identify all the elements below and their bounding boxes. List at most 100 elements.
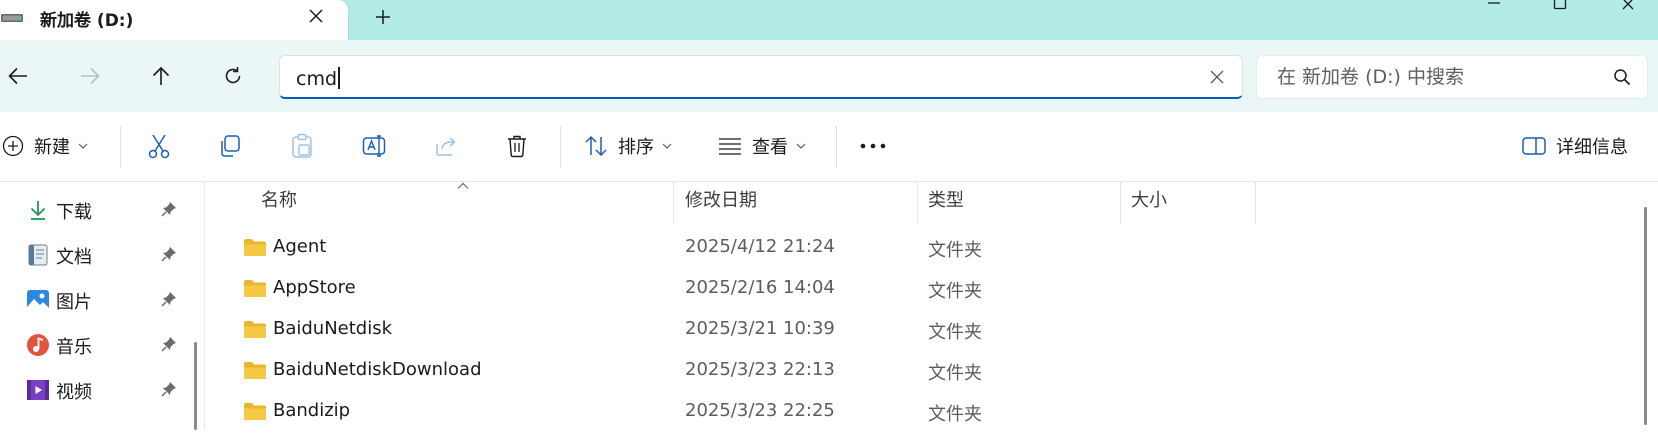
paste-button[interactable] [290, 127, 314, 165]
column-header-name[interactable]: 名称 [261, 186, 297, 212]
rename-button[interactable] [362, 127, 388, 165]
file-date: 2025/3/23 22:13 [685, 359, 835, 380]
sidebar-item-pictures[interactable]: 图片 [0, 280, 190, 320]
sort-button[interactable]: 排序 [584, 127, 672, 165]
tab-new-volume-d[interactable]: 新加卷 (D:) [0, 0, 348, 40]
column-divider[interactable] [1120, 182, 1121, 224]
plus-circle-icon [2, 135, 24, 157]
close-tab-icon[interactable] [304, 4, 328, 28]
column-header-date[interactable]: 修改日期 [685, 186, 757, 212]
chevron-down-icon [662, 143, 672, 149]
column-divider[interactable] [917, 182, 918, 224]
rename-icon [362, 134, 388, 158]
address-value-wrap: cmd [296, 67, 340, 90]
forward-arrow-icon[interactable] [74, 60, 106, 92]
view-button[interactable]: 查看 [718, 127, 806, 165]
table-row[interactable]: BaiduNetdiskDownload 2025/3/23 22:13 文件夹 [205, 349, 1645, 392]
file-list-scrollbar[interactable] [1644, 207, 1647, 425]
sidebar-item-downloads[interactable]: 下载 [0, 190, 190, 230]
toolbar-divider [836, 126, 837, 168]
cut-button[interactable] [148, 127, 170, 165]
toolbar-divider [120, 126, 121, 168]
sidebar-item-label: 音乐 [56, 337, 92, 358]
title-bar: 新加卷 (D:) [0, 0, 1658, 40]
delete-button[interactable] [506, 127, 528, 165]
details-pane-icon [1522, 137, 1546, 155]
file-name: BaiduNetdisk [273, 318, 393, 339]
new-tab-icon[interactable] [370, 4, 396, 30]
drive-icon [0, 13, 26, 23]
file-type: 文件夹 [928, 363, 982, 384]
pin-icon[interactable] [161, 381, 177, 397]
sort-label: 排序 [618, 137, 654, 158]
file-date: 2025/4/12 21:24 [685, 236, 835, 257]
details-pane-button[interactable]: 详细信息 [1522, 127, 1628, 165]
search-icon[interactable] [1613, 68, 1631, 86]
share-button[interactable] [434, 127, 458, 165]
file-name: AppStore [273, 277, 356, 298]
file-list: 名称 修改日期 类型 大小 Agent 2025/4/12 21:24 文件夹 … [205, 182, 1658, 430]
more-dots-icon [860, 143, 886, 149]
file-date: 2025/2/16 14:04 [685, 277, 835, 298]
up-arrow-icon[interactable] [145, 60, 177, 92]
back-arrow-icon[interactable] [2, 60, 34, 92]
pin-icon[interactable] [161, 201, 177, 217]
file-type: 文件夹 [928, 404, 982, 425]
table-row[interactable]: AppStore 2025/2/16 14:04 文件夹 [205, 267, 1645, 310]
view-lines-icon [718, 137, 742, 155]
column-header-size[interactable]: 大小 [1131, 186, 1167, 212]
search-box[interactable] [1256, 55, 1648, 99]
scissors-icon [148, 133, 170, 159]
search-input[interactable] [1277, 56, 1597, 98]
document-icon [26, 243, 50, 267]
music-icon [26, 333, 50, 357]
folder-icon [243, 279, 267, 298]
pin-icon[interactable] [161, 336, 177, 352]
window-close-icon[interactable] [1608, 0, 1648, 12]
sidebar-item-label: 视频 [56, 382, 92, 403]
table-row[interactable]: Agent 2025/4/12 21:24 文件夹 [205, 226, 1645, 269]
trash-icon [506, 134, 528, 158]
clear-address-icon[interactable] [1206, 66, 1228, 88]
column-divider[interactable] [1255, 182, 1256, 224]
file-type: 文件夹 [928, 322, 982, 343]
clipboard-icon [290, 133, 314, 159]
file-name: BaiduNetdiskDownload [273, 359, 482, 380]
copy-icon [218, 134, 242, 158]
navigation-pane: 下载 文档 图片 音乐 视频 [0, 182, 200, 430]
address-bar-row: cmd [0, 40, 1658, 112]
column-header-type[interactable]: 类型 [928, 186, 964, 212]
tab-title: 新加卷 (D:) [40, 11, 134, 31]
table-row[interactable]: BaiduNetdisk 2025/3/21 10:39 文件夹 [205, 308, 1645, 351]
file-name: Agent [273, 236, 327, 257]
new-button[interactable]: 新建 [2, 127, 88, 165]
more-options-button[interactable] [860, 127, 886, 165]
file-type: 文件夹 [928, 281, 982, 302]
sidebar-item-music[interactable]: 音乐 [0, 325, 190, 365]
copy-button[interactable] [218, 127, 242, 165]
sidebar-item-label: 下载 [56, 202, 92, 223]
sort-ascending-icon [457, 182, 469, 190]
address-value: cmd [296, 68, 338, 90]
sidebar-item-label: 文档 [56, 247, 92, 268]
pin-icon[interactable] [161, 246, 177, 262]
table-row[interactable]: Bandizip 2025/3/23 22:25 文件夹 [205, 390, 1645, 433]
sidebar-item-documents[interactable]: 文档 [0, 235, 190, 275]
pin-icon[interactable] [161, 291, 177, 307]
maximize-icon[interactable] [1540, 0, 1580, 12]
command-bar: 新建 排序 查看 详细信息 [0, 112, 1658, 182]
sidebar-item-videos[interactable]: 视频 [0, 370, 190, 410]
column-divider[interactable] [673, 182, 674, 224]
folder-icon [243, 320, 267, 339]
folder-icon [243, 361, 267, 380]
address-input[interactable]: cmd [279, 55, 1243, 99]
file-date: 2025/3/21 10:39 [685, 318, 835, 339]
pictures-icon [26, 288, 50, 312]
refresh-icon[interactable] [217, 60, 249, 92]
minimize-icon[interactable] [1474, 0, 1514, 12]
toolbar-divider [560, 126, 561, 168]
chevron-down-icon [796, 143, 806, 149]
navigation-scrollbar[interactable] [194, 342, 197, 430]
file-type: 文件夹 [928, 240, 982, 261]
sort-arrows-icon [584, 135, 608, 157]
